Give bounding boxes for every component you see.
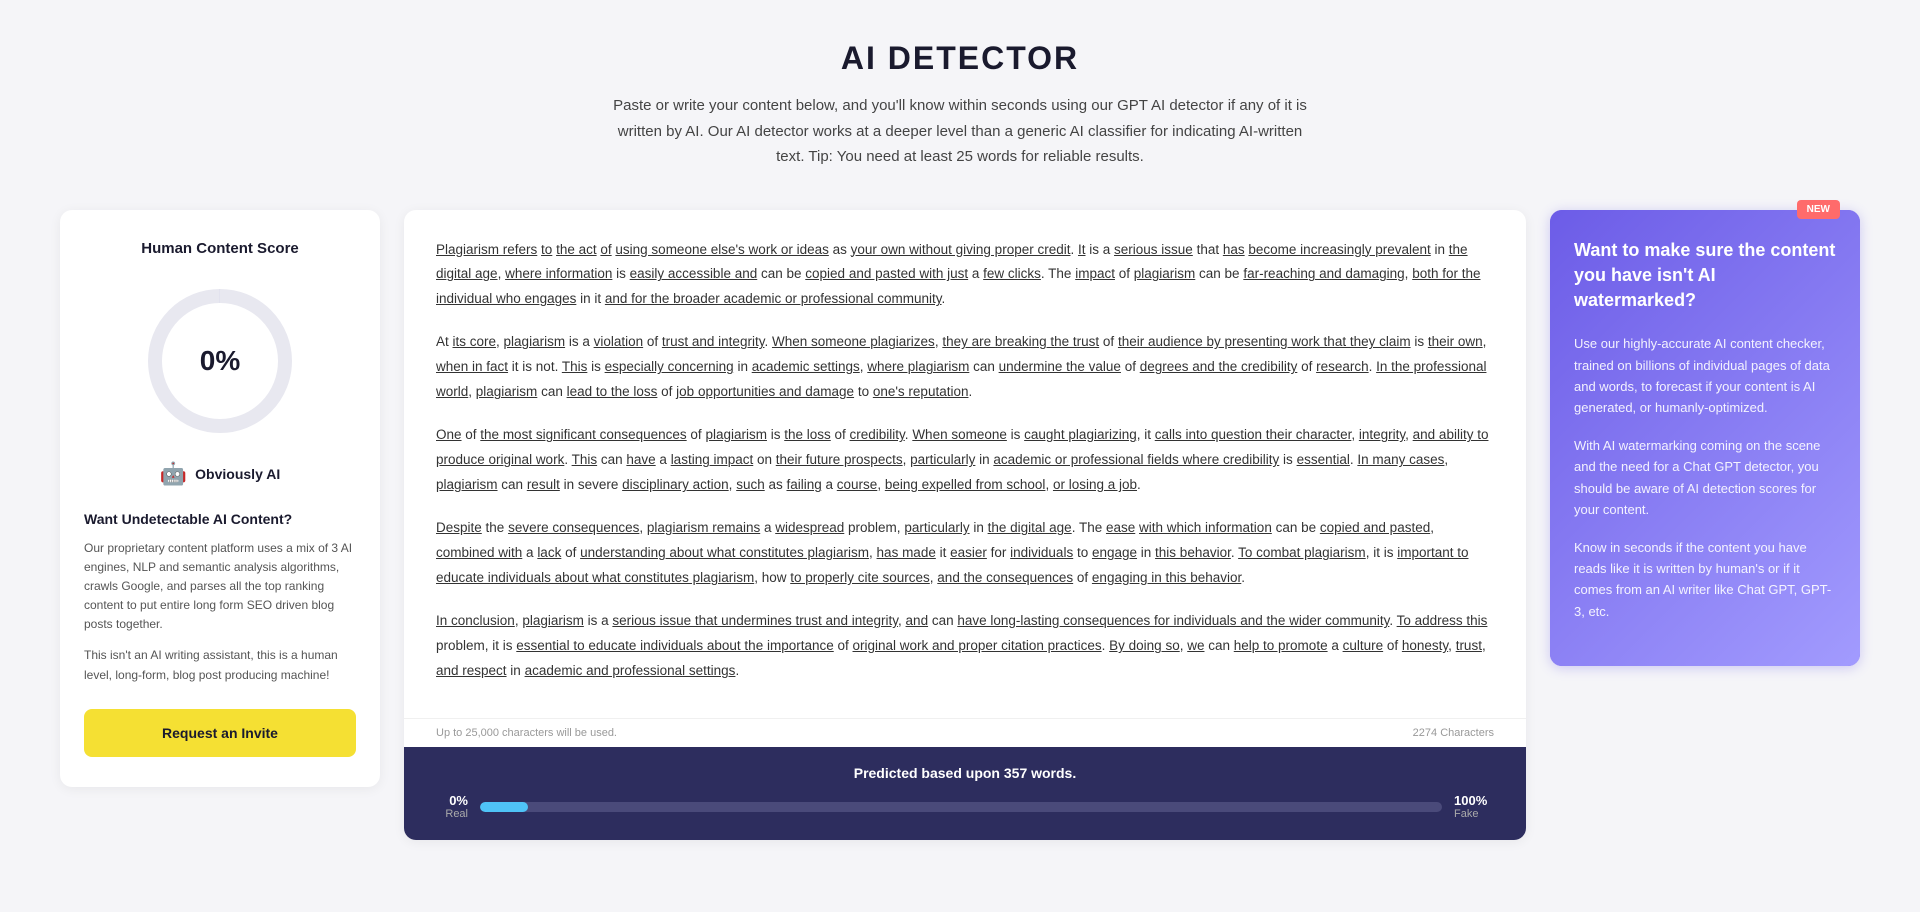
right-panel-para1: Use our highly-accurate AI content check… [1574,333,1836,419]
progress-fill [480,802,528,812]
paragraph-1: Plagiarism refers to the act of using so… [436,238,1494,313]
center-panel: Plagiarism refers to the act of using so… [404,210,1526,841]
left-description-2: This isn't an AI writing assistant, this… [84,646,356,684]
score-value: 0% [200,345,240,377]
paragraph-3: One of the most significant consequences… [436,423,1494,498]
left-panel: Human Content Score 0% 🤖 Obviously AI [60,210,380,787]
fake-label: Fake [1454,808,1494,820]
progress-label: Predicted based upon 357 words. [436,765,1494,781]
right-panel-title: Want to make sure the content you have i… [1574,238,1836,314]
page-wrapper: AI DETECTOR Paste or write your content … [0,0,1920,880]
main-grid: Human Content Score 0% 🤖 Obviously AI [60,210,1860,841]
page-title: AI DETECTOR [60,40,1860,77]
request-invite-button[interactable]: Request an Invite [84,709,356,757]
score-title: Human Content Score [84,240,356,257]
text-content: Plagiarism refers to the act of using so… [404,210,1526,719]
right-panel: NEW Want to make sure the content you ha… [1550,210,1860,667]
chars-limit-label: Up to 25,000 characters will be used. [436,727,617,739]
robot-icon: 🤖 [160,461,187,487]
left-description-1: Our proprietary content platform uses a … [84,539,356,635]
want-undetectable-title: Want Undetectable AI Content? [84,511,356,527]
score-circle: 0% [140,281,300,441]
score-section: 0% 🤖 Obviously AI [84,281,356,511]
progress-section: Predicted based upon 357 words. 0% Real … [404,747,1526,840]
fake-pct: 100% [1454,793,1494,808]
chars-count: 2274 Characters [1413,727,1494,739]
paragraph-2: At its core, plagiarism is a violation o… [436,330,1494,405]
right-panel-para3: Know in seconds if the content you have … [1574,537,1836,623]
header: AI DETECTOR Paste or write your content … [60,40,1860,170]
paragraph-4: Despite the severe consequences, plagiar… [436,516,1494,591]
real-pct: 0% [436,793,468,808]
ai-label: 🤖 Obviously AI [160,461,280,487]
progress-bar-row: 0% Real 100% Fake [436,793,1494,820]
progress-track [480,802,1442,812]
score-circle-wrapper: 0% [140,281,300,441]
header-description: Paste or write your content below, and y… [610,93,1310,170]
right-panel-para2: With AI watermarking coming on the scene… [1574,435,1836,521]
real-label: Real [436,808,468,820]
chars-footer: Up to 25,000 characters will be used. 22… [404,718,1526,747]
new-badge: NEW [1797,200,1840,219]
ai-label-text: Obviously AI [195,466,280,482]
paragraph-5: In conclusion, plagiarism is a serious i… [436,609,1494,684]
